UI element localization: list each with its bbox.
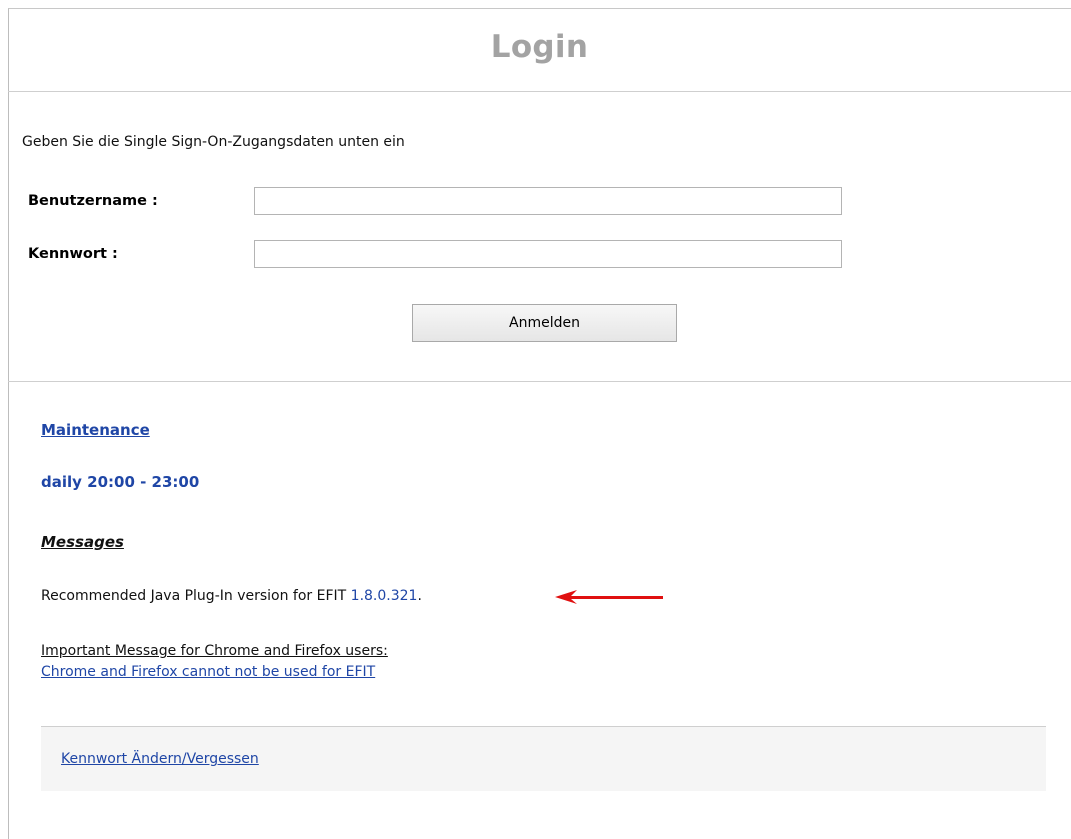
login-button[interactable]: Anmelden: [412, 304, 677, 342]
chrome-firefox-link[interactable]: Chrome and Firefox cannot not be used fo…: [41, 664, 375, 680]
login-instructions: Geben Sie die Single Sign-On-Zugangsdate…: [22, 134, 405, 150]
password-input[interactable]: [254, 240, 842, 268]
change-password-link[interactable]: Kennwort Ändern/Vergessen: [61, 751, 259, 767]
important-message: Important Message for Chrome and Firefox…: [41, 643, 388, 659]
java-version-value: 1.8.0.321: [350, 588, 418, 604]
page-frame: [8, 8, 1071, 839]
title-bar: Login: [8, 8, 1071, 92]
footer-panel: Kennwort Ändern/Vergessen: [41, 726, 1046, 791]
password-label: Kennwort :: [28, 246, 118, 262]
section-divider: [8, 381, 1071, 382]
java-message-text: Recommended Java Plug-In version for EFI…: [41, 588, 351, 604]
java-version-message: Recommended Java Plug-In version for EFI…: [41, 588, 422, 604]
username-input[interactable]: [254, 187, 842, 215]
page-title: Login: [490, 28, 589, 65]
username-label: Benutzername :: [28, 193, 158, 209]
maintenance-link[interactable]: Maintenance: [41, 421, 150, 439]
red-arrow-icon: [555, 590, 663, 604]
messages-heading: Messages: [41, 533, 124, 551]
java-message-suffix: .: [417, 588, 422, 604]
maintenance-time: daily 20:00 - 23:00: [41, 473, 200, 491]
